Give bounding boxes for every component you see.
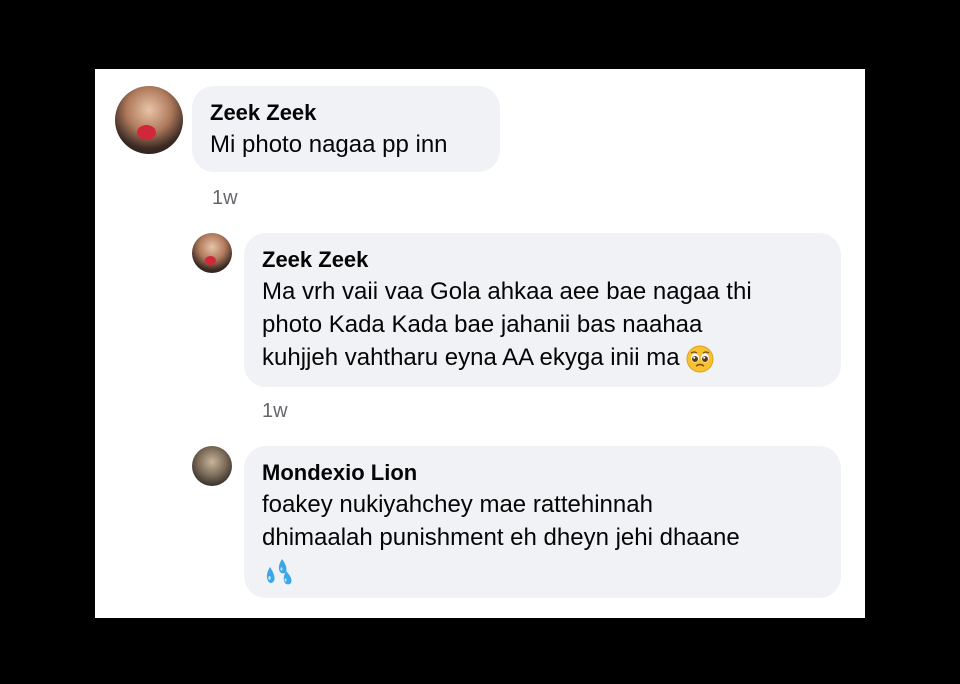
comment-author[interactable]: Mondexio Lion (262, 458, 825, 488)
comment-timestamp[interactable]: 1w (262, 400, 288, 423)
avatar-photo (136, 125, 156, 141)
comment-text-line: Ma vrh vaii vaa Gola ahkaa aee bae nagaa… (262, 278, 752, 305)
comment-text: Mi photo nagaa pp inn (210, 131, 448, 158)
comment-bubble: Zeek Zeek Mi photo nagaa pp inn (192, 86, 500, 172)
avatar-zeek-zeek[interactable] (115, 86, 183, 154)
comment-bubble: Zeek Zeek Ma vrh vaii vaa Gola ahkaa aee… (244, 233, 841, 387)
comment-author[interactable]: Zeek Zeek (262, 245, 825, 275)
comment-thread: Zeek Zeek Mi photo nagaa pp inn 1w Zeek … (95, 69, 865, 618)
comment-bubble: Mondexio Lion foakey nukiyahchey mae rat… (244, 446, 841, 598)
avatar-photo (204, 256, 216, 265)
comment-text-line: kuhjjeh vahtharu eyna AA ekyga inii ma (262, 341, 825, 374)
pleading-face-icon (686, 345, 714, 373)
comment-timestamp[interactable] (262, 611, 272, 617)
comment-text-line (262, 554, 825, 587)
sweat-droplets-icon (266, 558, 292, 585)
comment-author[interactable]: Zeek Zeek (210, 98, 484, 128)
comment-text-line: dhimaalah punishment eh dheyn jehi dhaan… (262, 524, 740, 551)
comment-text-line: photo Kada Kada bae jahanii bas naahaa (262, 311, 703, 338)
avatar-zeek-zeek[interactable] (192, 233, 232, 273)
comment-text-line: foakey nukiyahchey mae rattehinnah (262, 491, 653, 518)
comment-timestamp[interactable]: 1w (212, 187, 238, 210)
avatar-mondexio-lion[interactable] (192, 446, 232, 486)
